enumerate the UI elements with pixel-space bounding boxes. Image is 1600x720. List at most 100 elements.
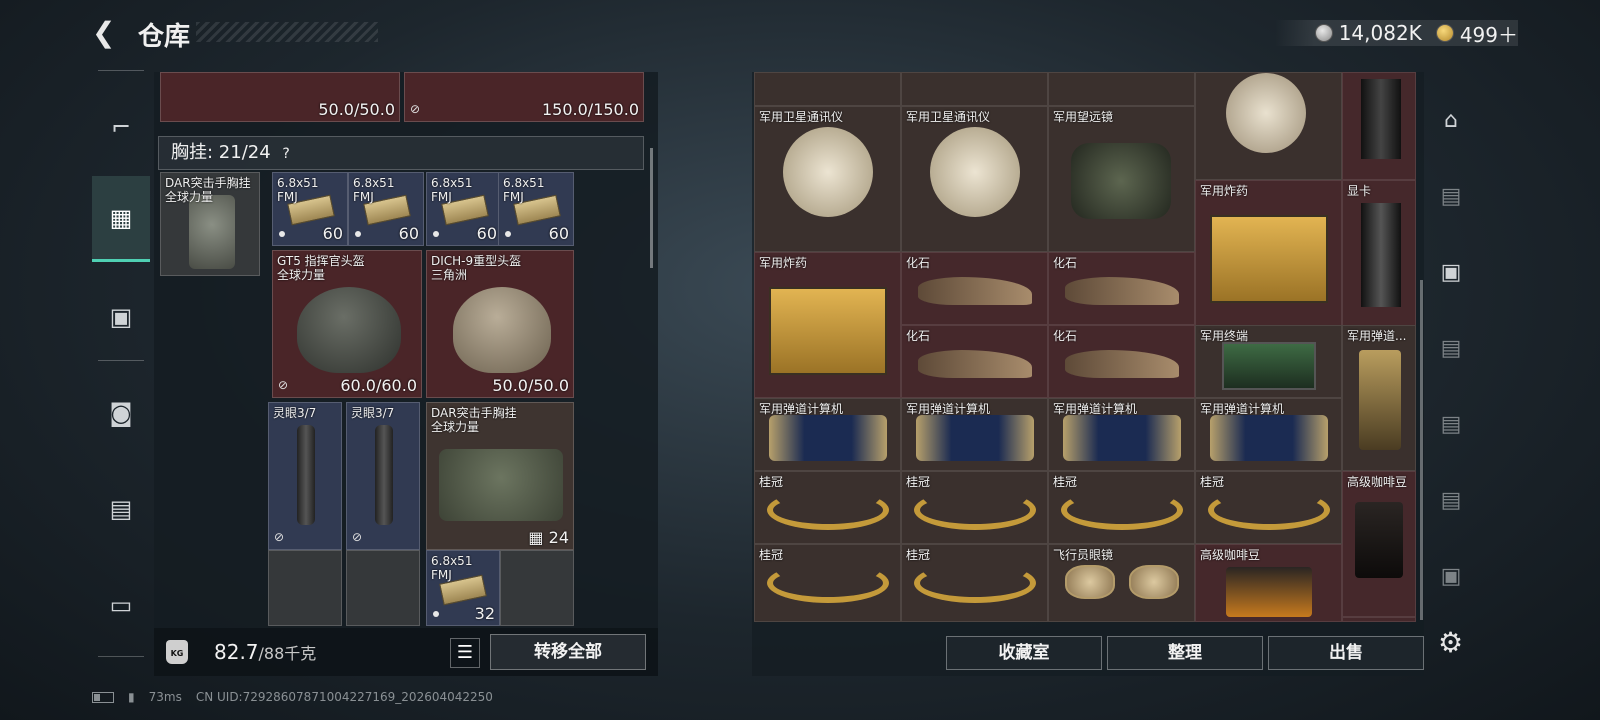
status-dot xyxy=(433,611,439,617)
scrollbar[interactable] xyxy=(650,148,653,268)
grid-item[interactable]: 桂冠 xyxy=(1195,471,1342,544)
scope-item[interactable]: 灵眼3/7 ⊘ xyxy=(346,402,420,550)
scrollbar[interactable] xyxy=(1420,280,1423,620)
grid-item[interactable]: 显卡 xyxy=(1342,180,1416,326)
ballistic-device-image xyxy=(1359,350,1401,450)
storage-iv-icon[interactable]: ▤ xyxy=(1426,386,1476,462)
grid-cell[interactable] xyxy=(1048,72,1195,106)
grid-item[interactable]: 飞行员眼镜 xyxy=(1048,544,1195,622)
ammo-item[interactable]: 6.8x51 FMJ 60 xyxy=(426,172,502,246)
item-name: 6.8x51 FMJ xyxy=(277,176,319,204)
storage-iv-icon[interactable]: ▤ xyxy=(1426,158,1476,234)
left-nav: ⌐ ▦ ▣ ◙ ▤ ▭ xyxy=(92,70,150,670)
list-icon[interactable]: ☰ xyxy=(450,638,480,668)
grid-item[interactable]: 桂冠 xyxy=(1048,471,1195,544)
grid-item[interactable]: 化石 xyxy=(901,252,1048,325)
empty-slot[interactable] xyxy=(346,550,420,626)
grid-item[interactable]: 军用望远镜 xyxy=(1048,106,1195,252)
grid-item[interactable]: 军用弹道计算机 xyxy=(901,398,1048,471)
storage-v-icon[interactable]: ▣ xyxy=(1426,234,1476,310)
scope-item[interactable]: 灵眼3/7 ⊘ xyxy=(268,402,342,550)
grid-item[interactable]: 化石 xyxy=(901,325,1048,398)
grid-cell[interactable] xyxy=(901,72,1048,106)
item-name: DAR突击手胸挂 全球力量 xyxy=(165,176,251,204)
grid-item[interactable]: 高级咖啡豆 xyxy=(1195,544,1342,622)
durability-value: 150.0/150.0 xyxy=(542,100,639,119)
ammo-item[interactable]: 6.8x51 FMJ 60 xyxy=(348,172,424,246)
help-icon[interactable]: ? xyxy=(282,138,289,170)
currency-gold[interactable]: 499＋ xyxy=(1435,19,1518,48)
item-name: GT5 指挥官头盔 全球力量 xyxy=(277,254,365,282)
grid-item[interactable]: 桂冠 xyxy=(901,471,1048,544)
grid-cell xyxy=(1342,617,1416,622)
grid-item[interactable]: 军用弹道计算机 xyxy=(1048,398,1195,471)
grid-item[interactable]: 高级咖啡豆 xyxy=(1342,471,1416,617)
bag-image xyxy=(439,449,563,521)
grid-item[interactable]: 军用炸药 xyxy=(1195,180,1342,326)
bag-icon[interactable]: ◙ xyxy=(92,370,150,456)
weight-max: /88千克 xyxy=(258,644,317,663)
grid-item[interactable]: 桂冠 xyxy=(754,471,901,544)
item-name: DAR突击手胸挂 全球力量 xyxy=(431,406,517,434)
grid-item[interactable]: 军用炸药 xyxy=(754,252,901,398)
satellite-dish-image xyxy=(783,127,873,217)
helmet-item[interactable]: DICH-9重型头盔 三角洲 50.0/50.0 xyxy=(426,250,574,398)
ammo-item[interactable]: 6.8x51 FMJ 60 xyxy=(272,172,348,246)
organize-button[interactable]: 整理 xyxy=(1107,636,1263,670)
sunglasses-lens-icon xyxy=(1129,565,1179,599)
item-name: 桂冠 xyxy=(1200,475,1225,489)
grid-cell[interactable] xyxy=(1342,72,1416,180)
grid-item[interactable]: 化石 xyxy=(1048,325,1195,398)
grid-item[interactable]: 桂冠 xyxy=(901,544,1048,622)
safehouse-icon[interactable]: ⌂ xyxy=(1426,82,1476,158)
grid-item[interactable]: 军用卫星通讯仪 xyxy=(754,106,901,252)
case-icon[interactable]: ▤ xyxy=(92,466,150,552)
item-name: 军用弹道... xyxy=(1347,329,1407,343)
back-arrow-icon[interactable]: ❮ xyxy=(92,18,122,48)
transfer-all-button[interactable]: 转移全部 xyxy=(490,634,646,670)
grid-item[interactable]: 军用终端 xyxy=(1195,325,1342,398)
ammo-item[interactable]: 6.8x51 FMJ 32 xyxy=(426,550,500,626)
backpack-icon[interactable]: ▣ xyxy=(92,274,150,360)
no-repair-icon: ⊘ xyxy=(278,378,289,392)
item-name: 化石 xyxy=(1053,329,1078,343)
item-name: 6.8x51 FMJ xyxy=(353,176,395,204)
currency-silver[interactable]: 14,082K xyxy=(1314,21,1422,45)
grid-item[interactable]: 桂冠 xyxy=(754,544,901,622)
laurel-image xyxy=(1061,490,1183,530)
item-name: 桂冠 xyxy=(906,548,931,562)
item-name: 军用望远镜 xyxy=(1053,110,1114,124)
storage-v-icon[interactable]: ▣ xyxy=(1426,538,1476,614)
armor-slot[interactable]: 50.0/50.0 xyxy=(160,72,400,122)
item-name: 桂冠 xyxy=(759,475,784,489)
item-name: 军用弹道计算机 xyxy=(1053,402,1138,416)
grid-item[interactable]: 化石 xyxy=(1048,252,1195,325)
grid-cell[interactable] xyxy=(754,72,901,106)
grid-item[interactable]: 军用弹道计算机 xyxy=(754,398,901,471)
fossil-image xyxy=(1065,277,1179,305)
grid-cell[interactable] xyxy=(1195,72,1342,180)
ammo-item[interactable]: 6.8x51 FMJ 60 xyxy=(498,172,574,246)
helmet-item[interactable]: GT5 指挥官头盔 全球力量 ⊘ 60.0/60.0 xyxy=(272,250,422,398)
grid-item[interactable]: 军用弹道... xyxy=(1342,325,1416,471)
empty-slot[interactable] xyxy=(500,550,574,626)
gun-icon[interactable]: ⌐ xyxy=(92,84,150,170)
chest-rig-icon[interactable]: ▦ xyxy=(92,176,150,262)
chest-rig-slot[interactable]: DAR突击手胸挂 全球力量 xyxy=(160,172,260,276)
storage-iv-icon[interactable]: ▤ xyxy=(1426,310,1476,386)
toolbox-icon[interactable]: ▭ xyxy=(92,562,150,648)
bag-item[interactable]: DAR突击手胸挂 全球力量 ▦ 24 xyxy=(426,402,574,550)
laurel-image xyxy=(914,490,1036,530)
grid-item[interactable]: 军用弹道计算机 xyxy=(1195,398,1342,471)
sell-button[interactable]: 出售 xyxy=(1268,636,1424,670)
item-count: 32 xyxy=(474,604,495,623)
gear-icon[interactable]: ⚙ xyxy=(1438,626,1463,659)
chest-rig-section-header: 胸挂: 21/24 ? xyxy=(158,136,644,170)
grid-item[interactable]: 军用卫星通讯仪 xyxy=(901,106,1048,252)
item-name: 军用终端 xyxy=(1200,329,1249,343)
empty-slot[interactable] xyxy=(268,550,342,626)
collection-room-button[interactable]: 收藏室 xyxy=(946,636,1102,670)
laurel-image xyxy=(914,563,1036,603)
storage-iv-icon[interactable]: ▤ xyxy=(1426,462,1476,538)
armor-slot[interactable]: ⊘ 150.0/150.0 xyxy=(404,72,644,122)
